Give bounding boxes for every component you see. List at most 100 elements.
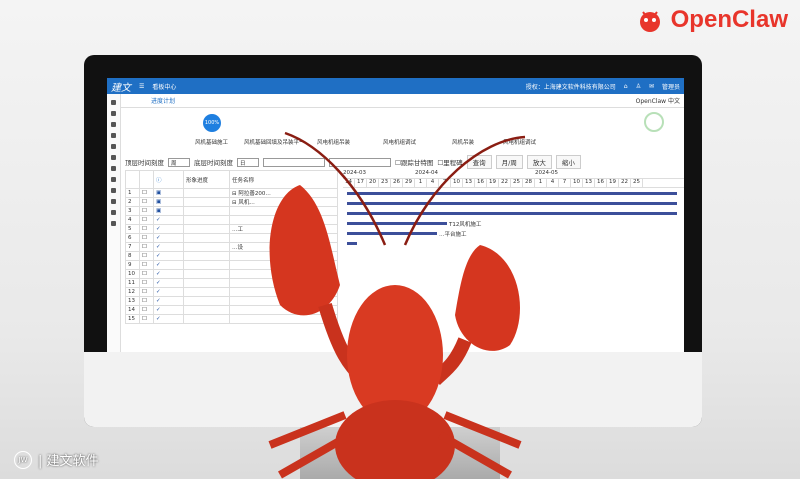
status-icon: ✓ xyxy=(153,287,184,297)
org-icon[interactable]: ♙ xyxy=(636,83,641,90)
menu-icon[interactable]: ☰ xyxy=(139,83,144,90)
app-logo: 建文 xyxy=(111,82,131,94)
row-checkbox[interactable]: ☐ xyxy=(139,269,154,279)
status-icon: ✓ xyxy=(153,215,184,225)
license-text: 授权：上海建文软件科技有限公司 xyxy=(525,83,616,91)
gantt-day: 25 xyxy=(631,179,643,187)
status-icon: ✓ xyxy=(153,278,184,288)
progress-cell xyxy=(183,242,230,252)
progress-cell xyxy=(183,206,230,216)
progress-cell xyxy=(183,233,230,243)
status-icon: ✓ xyxy=(153,314,184,324)
nav-dashboard[interactable]: 看板中心 xyxy=(152,82,176,91)
row-checkbox[interactable]: ☐ xyxy=(139,260,154,270)
row-checkbox[interactable]: ☐ xyxy=(139,197,154,207)
lobster-mascot-icon xyxy=(639,11,660,32)
row-number: 9 xyxy=(125,260,140,270)
top-scale-select[interactable]: 周 xyxy=(168,157,190,167)
row-checkbox[interactable]: ☐ xyxy=(139,305,154,315)
status-icon: ✓ xyxy=(153,296,184,306)
sidebar xyxy=(107,94,121,352)
col-header xyxy=(125,170,140,189)
status-icon: ▣ xyxy=(153,206,184,216)
row-checkbox[interactable]: ☐ xyxy=(139,251,154,261)
sidebar-icon[interactable] xyxy=(111,111,116,116)
row-checkbox[interactable]: ☐ xyxy=(139,314,154,324)
sidebar-icon[interactable] xyxy=(111,133,116,138)
row-checkbox[interactable]: ☐ xyxy=(139,224,154,234)
row-number: 6 xyxy=(125,233,140,243)
row-checkbox[interactable]: ☐ xyxy=(139,233,154,243)
status-icon: ✓ xyxy=(153,224,184,234)
row-number: 8 xyxy=(125,251,140,261)
sidebar-icon[interactable] xyxy=(111,155,116,160)
sidebar-icon[interactable] xyxy=(111,122,116,127)
sidebar-icon[interactable] xyxy=(111,144,116,149)
sidebar-icon[interactable] xyxy=(111,199,116,204)
row-number: 2 xyxy=(125,197,140,207)
progress-cell xyxy=(183,305,230,315)
row-checkbox[interactable]: ☐ xyxy=(139,296,154,306)
sidebar-icon[interactable] xyxy=(111,177,116,182)
progress-cell xyxy=(183,224,230,234)
progress-cell xyxy=(183,197,230,207)
gantt-day: 22 xyxy=(619,179,631,187)
row-number: 13 xyxy=(125,296,140,306)
row-checkbox[interactable]: ☐ xyxy=(139,215,154,225)
status-icon: ✓ xyxy=(153,251,184,261)
progress-badge: 100% xyxy=(203,114,221,132)
status-icon: ✓ xyxy=(153,260,184,270)
row-checkbox[interactable]: ☐ xyxy=(139,242,154,252)
progress-cell xyxy=(183,188,230,198)
progress-cell xyxy=(183,251,230,261)
app-header: 建文 ☰ 看板中心 授权：上海建文软件科技有限公司 ⌂ ♙ ✉ 管理员 xyxy=(107,78,684,94)
row-number: 7 xyxy=(125,242,140,252)
chat-icon[interactable]: ✉ xyxy=(649,83,654,90)
lobster-image xyxy=(268,131,526,479)
status-icon: ✓ xyxy=(153,305,184,315)
row-number: 4 xyxy=(125,215,140,225)
col-header: 形象进度 xyxy=(183,170,230,189)
row-checkbox[interactable]: ☐ xyxy=(139,206,154,216)
sidebar-icon[interactable] xyxy=(111,188,116,193)
home-icon[interactable]: ⌂ xyxy=(624,83,628,90)
progress-cell xyxy=(183,314,230,324)
progress-cell xyxy=(183,296,230,306)
sidebar-icon[interactable] xyxy=(111,100,116,105)
sidebar-icon[interactable] xyxy=(111,221,116,226)
page-title: 进度计划 xyxy=(151,98,176,105)
row-checkbox[interactable]: ☐ xyxy=(139,278,154,288)
status-icon: ▣ xyxy=(153,197,184,207)
sidebar-icon[interactable] xyxy=(111,210,116,215)
row-number: 5 xyxy=(125,224,140,234)
brand-logo: OpenClaw xyxy=(635,6,788,34)
progress-cell xyxy=(183,215,230,225)
row-checkbox[interactable]: ☐ xyxy=(139,287,154,297)
gantt-day: 16 xyxy=(595,179,607,187)
progress-cell xyxy=(183,269,230,279)
row-number: 15 xyxy=(125,314,140,324)
status-icon: ▣ xyxy=(153,188,184,198)
status-icon: ✓ xyxy=(153,233,184,243)
row-number: 10 xyxy=(125,269,140,279)
stamp-icon xyxy=(644,112,664,132)
row-number: 11 xyxy=(125,278,140,288)
progress-cell xyxy=(183,287,230,297)
jw-logo-icon: JW xyxy=(14,450,32,469)
row-number: 12 xyxy=(125,287,140,297)
bottom-scale-label: 底层时间刻度 xyxy=(194,159,233,167)
row-number: 14 xyxy=(125,305,140,315)
row-number: 3 xyxy=(125,206,140,216)
brand-name: OpenClaw xyxy=(670,6,788,33)
sidebar-icon[interactable] xyxy=(111,166,116,171)
col-header xyxy=(139,170,154,189)
gantt-day: 13 xyxy=(583,179,595,187)
gantt-day: 10 xyxy=(571,179,583,187)
status-icon: ✓ xyxy=(153,242,184,252)
progress-cell xyxy=(183,278,230,288)
row-checkbox[interactable]: ☐ xyxy=(139,188,154,198)
language-switch[interactable]: OpenClaw 中文 xyxy=(636,96,680,105)
status-icon: ✓ xyxy=(153,269,184,279)
footer-label: | 建文软件 xyxy=(38,454,99,469)
user-name[interactable]: 管理员 xyxy=(662,82,680,91)
